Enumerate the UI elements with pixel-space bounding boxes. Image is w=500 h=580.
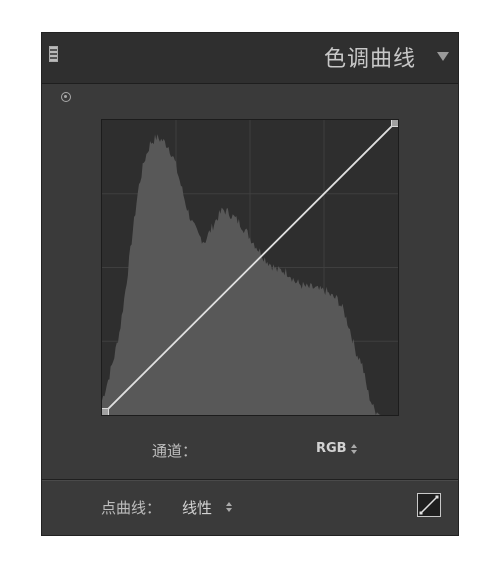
panel-header[interactable]: 色调曲线: [42, 33, 458, 84]
tone-curve-panel: 色调曲线 通道： RGB 点曲线： 线性: [41, 32, 459, 536]
targeted-adjustment-icon[interactable]: [61, 92, 71, 102]
edit-point-curve-icon: [419, 495, 439, 515]
point-curve-label: 点曲线：: [101, 499, 162, 517]
tone-curve-graph[interactable]: [101, 119, 399, 416]
tone-curve-svg[interactable]: [102, 120, 398, 415]
curve-point-white[interactable]: [391, 120, 399, 127]
edit-point-curve-button[interactable]: [417, 493, 441, 517]
triangle-down-icon[interactable]: [437, 52, 449, 61]
panel-grip-icon[interactable]: [49, 46, 58, 62]
divider: [42, 479, 458, 481]
channel-select[interactable]: RGB: [316, 441, 347, 456]
up-down-arrows-icon[interactable]: [226, 502, 232, 512]
panel-title: 色调曲线: [323, 47, 416, 72]
point-curve-select[interactable]: 线性: [182, 497, 212, 518]
channel-label: 通道：: [152, 442, 198, 460]
up-down-arrows-icon[interactable]: [351, 444, 357, 454]
curve-point-black[interactable]: [102, 408, 109, 416]
